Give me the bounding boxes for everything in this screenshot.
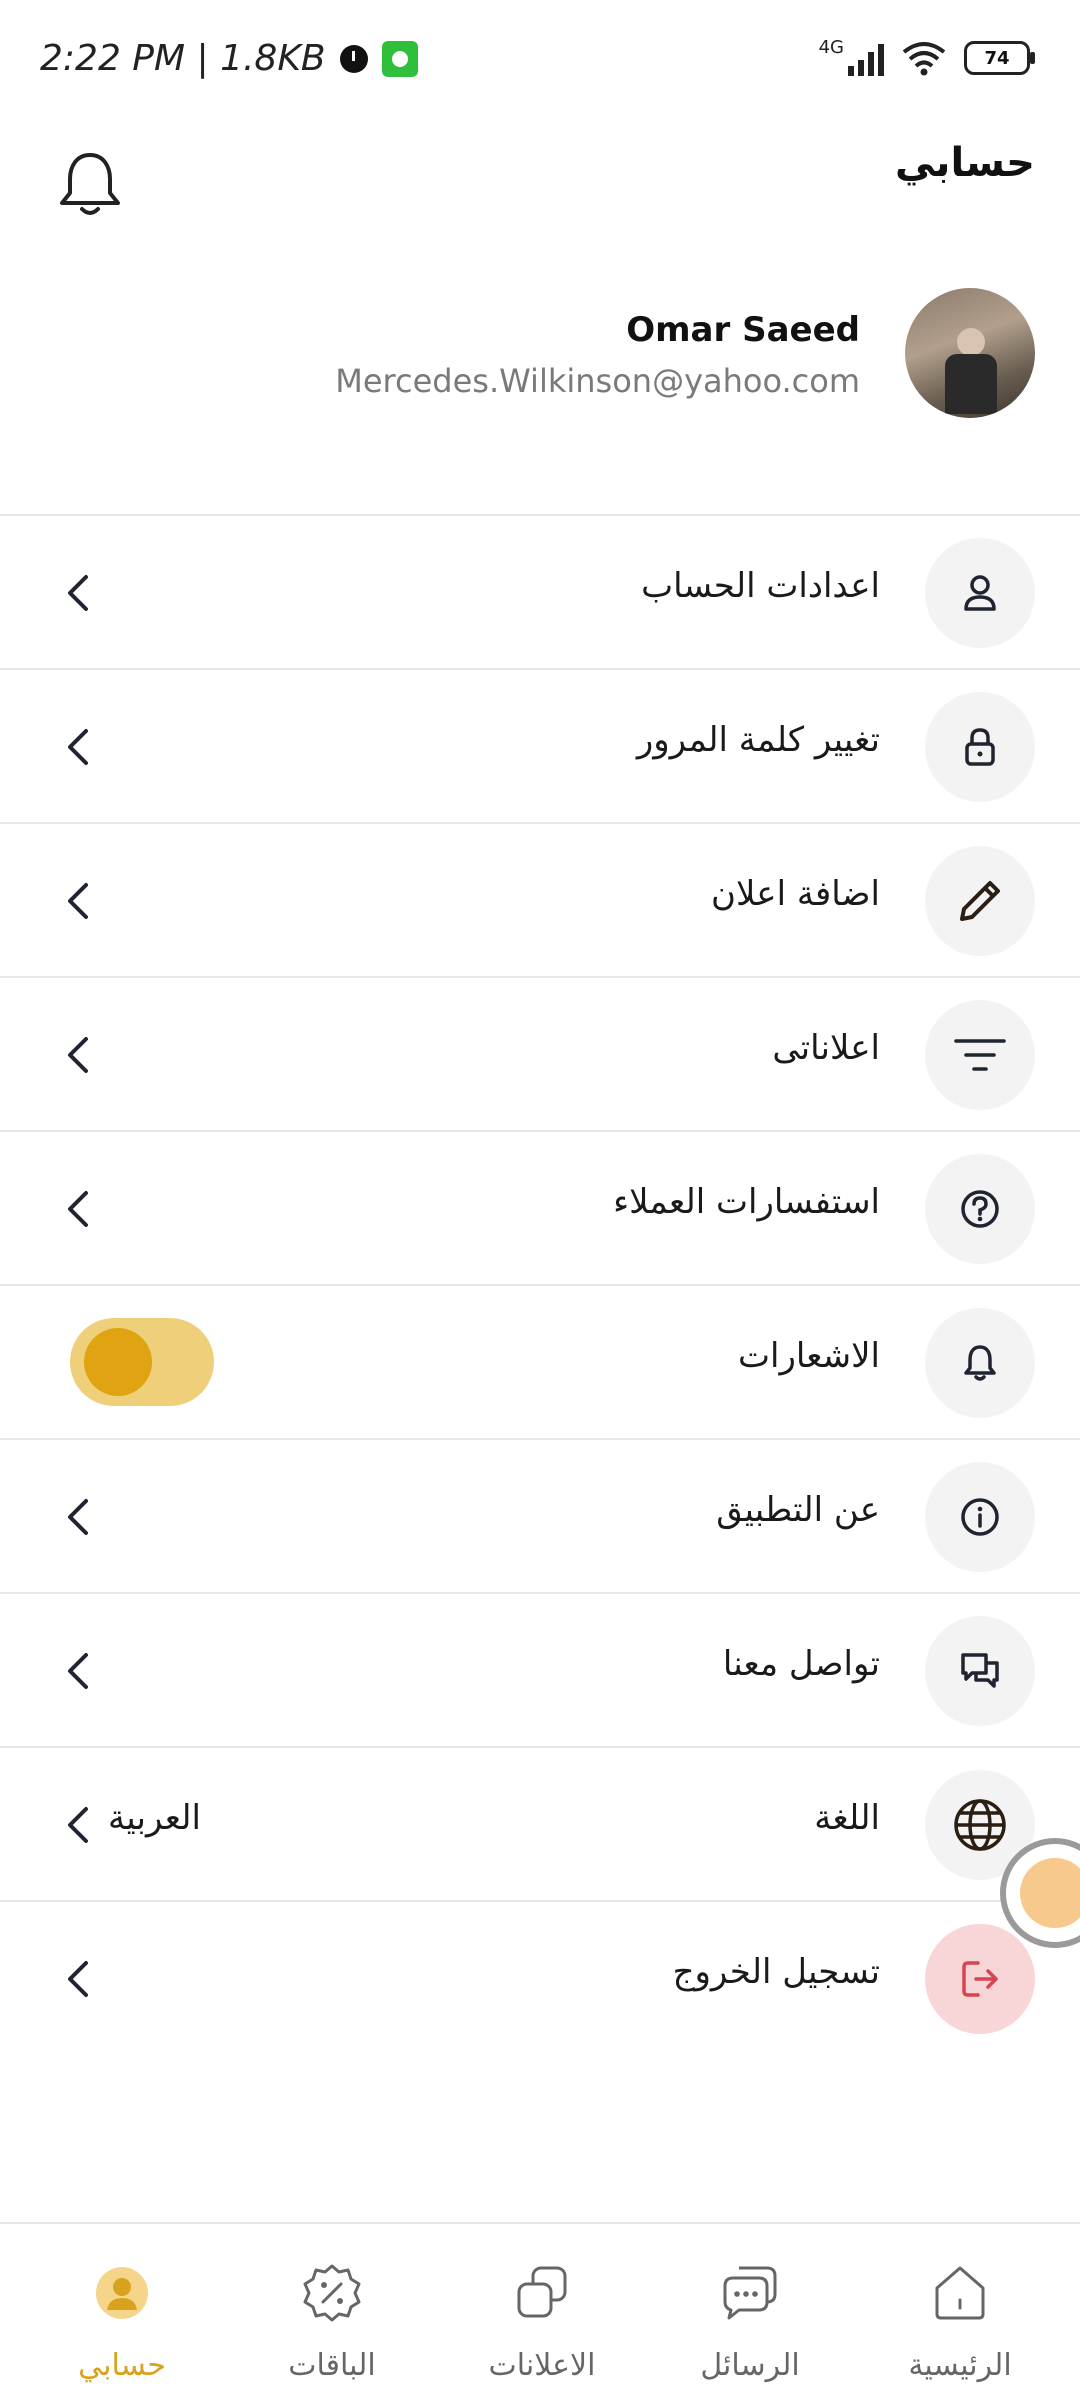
nav-item-profile[interactable]: حسابي xyxy=(22,2258,222,2398)
menu-item-add-ad[interactable]: اضافة اعلان xyxy=(0,822,1080,976)
chevron-left-icon xyxy=(68,1191,88,1227)
chevron-left-icon xyxy=(68,883,88,919)
avatar-head xyxy=(957,328,985,356)
menu-label: اعلاناتى xyxy=(772,1028,880,1068)
header: حسابي xyxy=(0,120,1080,250)
nav-label: الرسائل xyxy=(700,2348,800,2383)
nav-label: الباقات xyxy=(288,2348,376,2383)
menu-label: اضافة اعلان xyxy=(711,874,880,914)
menu-label: الاشعارات xyxy=(738,1336,880,1376)
menu-item-my-ads[interactable]: اعلاناتى xyxy=(0,976,1080,1130)
nav-label: الاعلانات xyxy=(488,2348,596,2383)
nav-item-packages[interactable]: الباقات xyxy=(232,2258,432,2398)
icon-circle xyxy=(925,1000,1035,1110)
avatar-body xyxy=(945,354,997,414)
menu-item-customer-inquiries[interactable]: استفسارات العملاء xyxy=(0,1130,1080,1284)
nav-label: حسابي xyxy=(78,2348,166,2383)
wifi-icon xyxy=(902,42,946,76)
help-icon xyxy=(961,1190,999,1228)
menu-label: عن التطبيق xyxy=(716,1490,880,1530)
menu-label: تسجيل الخروج xyxy=(672,1952,880,1992)
menu-label: اللغة xyxy=(814,1798,880,1838)
home-icon xyxy=(935,2266,985,2320)
user-circle-icon xyxy=(96,2267,148,2319)
menu-item-notifications: الاشعارات xyxy=(0,1284,1080,1438)
bottom-navigation: حسابي الباقات الاعلانات الرسائل الرئيسية xyxy=(0,2222,1080,2402)
network-type: 4G xyxy=(818,37,844,58)
toggle-knob xyxy=(84,1328,152,1396)
chat-icon xyxy=(961,1653,999,1688)
nav-item-messages[interactable]: الرسائل xyxy=(650,2258,850,2398)
chevron-left-icon xyxy=(68,1037,88,1073)
profile-email: Mercedes.Wilkinson@yahoo.com xyxy=(335,362,860,400)
lock-icon xyxy=(965,728,995,766)
icon-circle xyxy=(925,1616,1035,1726)
menu-label: استفسارات العملاء xyxy=(613,1182,880,1222)
battery-level: 74 xyxy=(984,47,1010,69)
menu-label: تواصل معنا xyxy=(722,1644,880,1684)
user-icon xyxy=(964,575,996,611)
globe-icon xyxy=(954,1799,1006,1851)
menu-item-logout[interactable]: تسجيل الخروج xyxy=(0,1900,1080,2054)
menu-label: اعدادات الحساب xyxy=(641,566,880,606)
icon-circle xyxy=(925,846,1035,956)
message-bubbles-icon xyxy=(723,2266,777,2320)
profile-card[interactable]: Omar Saeed Mercedes.Wilkinson@yahoo.com xyxy=(0,280,1080,440)
bell-icon xyxy=(964,1345,996,1381)
notifications-toggle[interactable] xyxy=(70,1318,214,1406)
cellular-signal-icon: 4G xyxy=(818,37,884,76)
status-bar: 2:22 PM | 1.8KB 4G 74 xyxy=(0,0,1080,120)
info-icon xyxy=(961,1498,999,1536)
chevron-left-icon xyxy=(68,575,88,611)
status-left: 2:22 PM | 1.8KB xyxy=(40,38,418,79)
pencil-icon xyxy=(960,881,1000,921)
avatar[interactable] xyxy=(905,288,1035,418)
logout-icon xyxy=(962,1961,998,1997)
accessibility-icon xyxy=(1020,1858,1080,1928)
layers-icon xyxy=(517,2266,567,2318)
nav-item-home[interactable]: الرئيسية xyxy=(860,2258,1060,2398)
chevron-left-icon xyxy=(68,1961,88,1997)
app-notification-icon xyxy=(381,40,418,77)
profile-name: Omar Saeed xyxy=(626,310,860,350)
icon-circle xyxy=(925,692,1035,802)
icon-circle xyxy=(925,1308,1035,1418)
language-value: العربية xyxy=(108,1798,201,1838)
bell-icon xyxy=(60,153,120,215)
chevron-left-icon xyxy=(68,1499,88,1535)
alarm-icon xyxy=(339,44,368,73)
icon-circle xyxy=(925,538,1035,648)
page-title: حسابي xyxy=(894,140,1035,186)
battery-icon: 74 xyxy=(964,41,1035,75)
filter-icon xyxy=(954,1039,1006,1071)
icon-circle xyxy=(925,1462,1035,1572)
nav-item-ads[interactable]: الاعلانات xyxy=(442,2258,642,2398)
menu-item-about-app[interactable]: عن التطبيق xyxy=(0,1438,1080,1592)
menu-item-language[interactable]: اللغة العربية xyxy=(0,1746,1080,1900)
icon-circle xyxy=(925,1924,1035,2034)
discount-badge-icon xyxy=(303,2264,361,2322)
notifications-button[interactable] xyxy=(50,145,130,225)
menu-item-account-settings[interactable]: اعدادات الحساب xyxy=(0,514,1080,668)
menu-item-change-password[interactable]: تغيير كلمة المرور xyxy=(0,668,1080,822)
settings-menu: اعدادات الحساب تغيير كلمة المرور اضافة ا… xyxy=(0,514,1080,2054)
chevron-left-icon xyxy=(68,729,88,765)
icon-circle xyxy=(925,1154,1035,1264)
chevron-left-icon xyxy=(68,1653,88,1689)
status-time: 2:22 PM | 1.8KB xyxy=(40,38,326,79)
menu-item-contact-us[interactable]: تواصل معنا xyxy=(0,1592,1080,1746)
status-right: 4G 74 xyxy=(818,37,1035,76)
menu-label: تغيير كلمة المرور xyxy=(636,720,880,760)
nav-label: الرئيسية xyxy=(908,2348,1012,2383)
chevron-left-icon xyxy=(68,1807,88,1843)
